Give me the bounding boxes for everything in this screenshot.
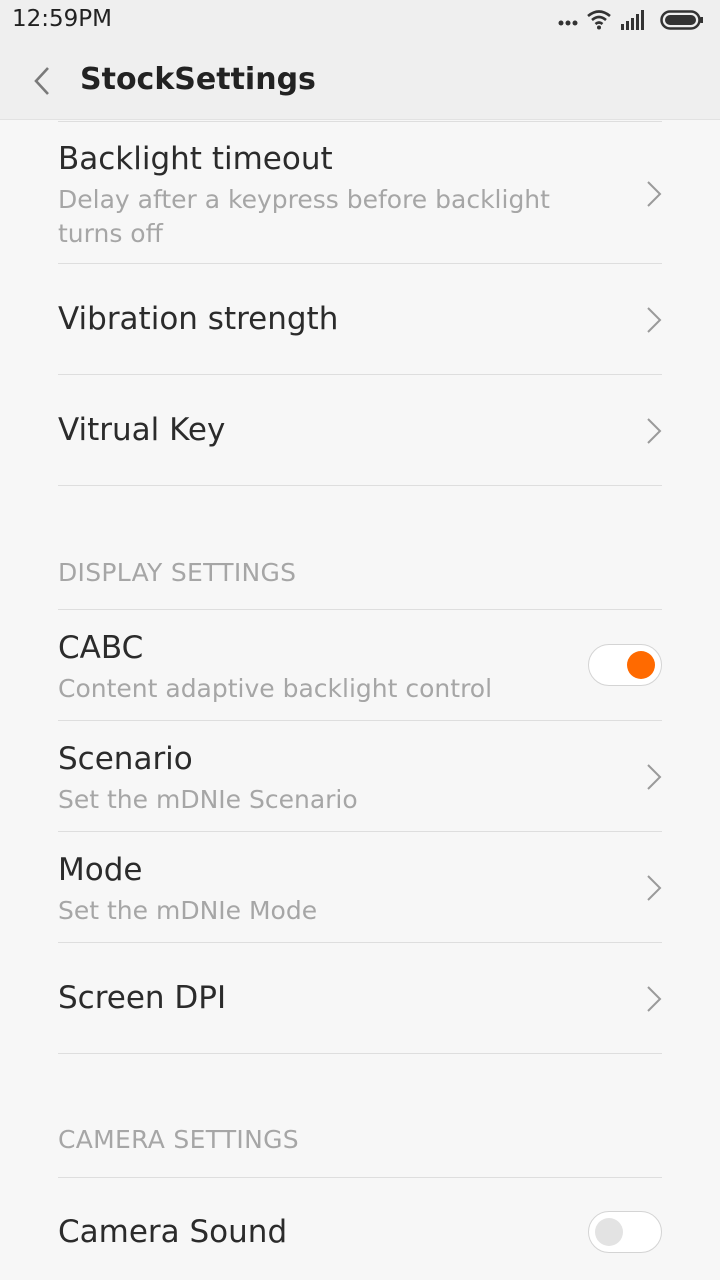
wifi-icon <box>587 10 611 30</box>
back-arrow-icon[interactable] <box>28 64 58 98</box>
chevron-right-icon <box>647 307 662 333</box>
row-title: Scenario <box>58 741 193 777</box>
scenario-item[interactable]: Scenario Set the mDNIe Scenario <box>58 721 662 832</box>
app-bar: StockSettings <box>0 42 720 120</box>
settings-list: Backlight timeout Delay after a keypress… <box>0 121 720 1280</box>
row-title: Camera Sound <box>58 1214 288 1250</box>
chevron-right-icon <box>647 418 662 444</box>
cabc-toggle[interactable] <box>588 644 662 686</box>
row-subtitle: Content adaptive backlight control <box>58 674 493 703</box>
toggle-knob <box>595 1218 623 1246</box>
row-title: Mode <box>58 852 143 888</box>
chevron-right-icon <box>647 764 662 790</box>
camera-sound-item[interactable]: Camera Sound <box>58 1178 662 1280</box>
row-title: Screen DPI <box>58 980 227 1016</box>
virtual-key-item[interactable]: Vitrual Key <box>58 375 662 486</box>
mode-item[interactable]: Mode Set the mDNIe Mode <box>58 832 662 943</box>
battery-icon <box>660 10 703 30</box>
screen-dpi-item[interactable]: Screen DPI <box>58 943 662 1054</box>
vibration-strength-item[interactable]: Vibration strength <box>58 264 662 375</box>
row-title: Vitrual Key <box>58 412 226 448</box>
camera-sound-toggle[interactable] <box>588 1211 662 1253</box>
row-title: CABC <box>58 630 144 666</box>
row-subtitle: Set the mDNIe Mode <box>58 896 318 925</box>
row-title: Backlight timeout <box>58 141 333 177</box>
status-time: 12:59PM <box>12 6 112 32</box>
section-header-display: DISPLAY SETTINGS <box>58 558 297 587</box>
status-bar: 12:59PM <box>0 0 720 42</box>
row-title: Vibration strength <box>58 301 339 337</box>
page-title: StockSettings <box>80 62 316 97</box>
toggle-knob <box>627 651 655 679</box>
chevron-right-icon <box>647 986 662 1012</box>
chevron-right-icon <box>647 875 662 901</box>
signal-icon <box>621 10 644 30</box>
more-dots-icon <box>558 20 578 26</box>
row-subtitle: Set the mDNIe Scenario <box>58 785 358 814</box>
backlight-timeout-item[interactable]: Backlight timeout Delay after a keypress… <box>58 122 662 264</box>
cabc-item[interactable]: CABC Content adaptive backlight control <box>58 610 662 721</box>
section-header-camera: CAMERA SETTINGS <box>58 1125 299 1154</box>
row-subtitle: Delay after a keypress before backlight … <box>58 185 550 248</box>
chevron-right-icon <box>647 181 662 207</box>
